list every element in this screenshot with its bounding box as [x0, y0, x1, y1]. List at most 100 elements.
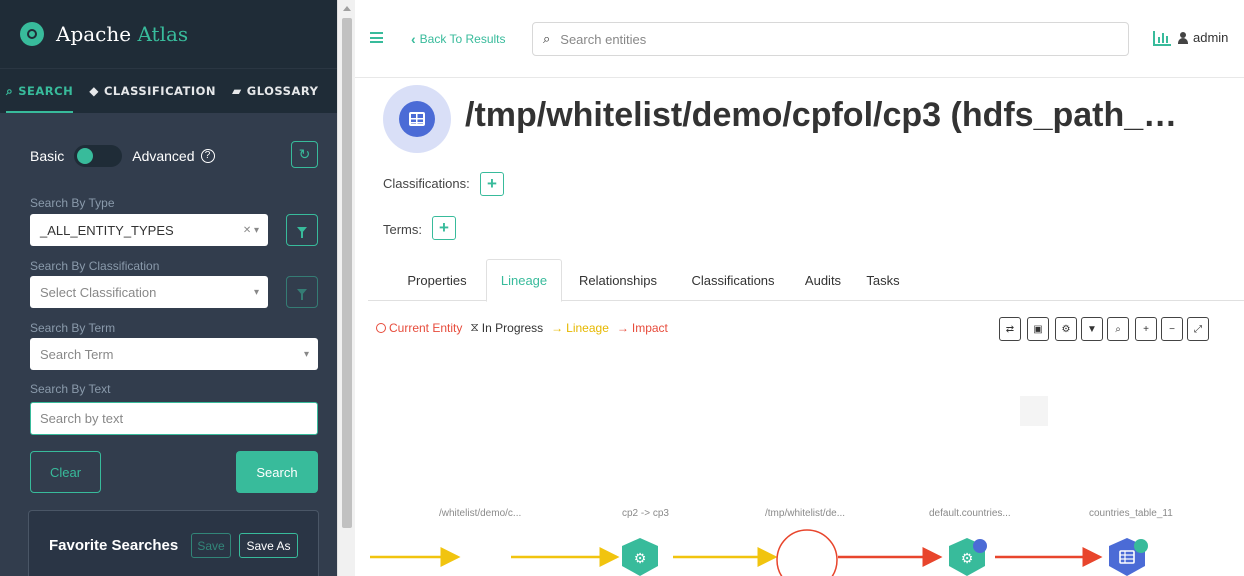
current-entity-node[interactable] — [776, 529, 838, 576]
legend-lineage-label: Lineage — [566, 320, 609, 335]
clear-dropdown-icon[interactable]: ✕ ▾ — [243, 225, 259, 236]
folder-icon: ▰ — [232, 84, 242, 98]
lineage-graph: ⚙ ⚙ — [370, 529, 1148, 576]
tab-glossary[interactable]: ▰ GLOSSARY — [232, 84, 318, 98]
legend-lineage: → Lineage — [551, 321, 609, 335]
search-graph-button[interactable]: ⌕ — [1107, 317, 1129, 341]
export-image-button[interactable]: ▣ — [1027, 317, 1049, 341]
legend-current-entity: Current Entity — [376, 321, 462, 335]
tab-audits[interactable]: Audits — [796, 259, 850, 301]
svg-text:⚙: ⚙ — [961, 551, 974, 567]
tab-search[interactable]: ⌕ SEARCH — [6, 83, 74, 113]
zoom-out-icon: − — [1169, 323, 1175, 335]
help-icon[interactable]: ? — [200, 149, 215, 163]
search-mode-toggle[interactable] — [74, 145, 123, 167]
expand-icon: ⤢ — [1194, 323, 1202, 335]
lineage-legend: Current Entity ⧖ In Progress → Lineage → Im… — [376, 320, 668, 335]
fullscreen-button[interactable]: ⤢ — [1187, 317, 1209, 341]
user-icon — [1178, 31, 1188, 44]
classification-select[interactable]: Select Classification ▾ — [30, 276, 268, 308]
global-search-input[interactable]: ⌕ Search entities — [532, 22, 1129, 56]
zoom-in-button[interactable]: + — [1135, 317, 1157, 341]
global-search-placeholder: Search entities — [560, 31, 647, 47]
type-filter-button[interactable] — [286, 214, 318, 246]
node-label-current: /tmp/whitelist/de... — [765, 508, 846, 519]
arrow-right-icon: → — [616, 320, 629, 335]
brand-prefix: Apache — [56, 22, 138, 46]
gear-icon: ⚙ — [1061, 323, 1071, 335]
save-favorite-button[interactable]: Save — [191, 533, 231, 558]
back-label: Back To Results — [419, 32, 506, 46]
classifications-label: Classifications: — [383, 176, 470, 191]
node-label-process: cp2 -> cp3 — [622, 508, 669, 519]
favorite-searches-panel: Favorite Searches Save Save As — [28, 510, 319, 576]
zoom-in-icon: + — [1143, 323, 1149, 335]
brand-title[interactable]: Apache Atlas — [56, 22, 188, 46]
tab-classification[interactable]: ◆ CLASSIFICATION — [89, 84, 216, 98]
tab-classifications[interactable]: Classifications — [678, 259, 788, 301]
entity-type-icon — [383, 85, 451, 153]
sidebar-scrollbar[interactable] — [337, 0, 355, 576]
toggle-knob — [77, 148, 94, 164]
filter-button[interactable]: ▼ — [1081, 317, 1103, 341]
badge-icon — [973, 539, 987, 553]
statistics-icon[interactable] — [1153, 31, 1171, 46]
save-as-favorite-button[interactable]: Save As — [239, 533, 298, 558]
menu-icon[interactable] — [370, 32, 383, 43]
refresh-icon: ⇄ — [1005, 323, 1015, 335]
classification-filter-button[interactable] — [286, 276, 318, 308]
add-classification-button[interactable]: + — [480, 172, 504, 196]
search-by-text-label: Search By Text — [30, 382, 111, 396]
clear-button[interactable]: Clear — [30, 451, 101, 493]
table-icon — [409, 112, 425, 126]
legend-current-label: Current Entity — [389, 320, 463, 335]
back-to-results-link[interactable]: ‹ Back To Results — [411, 31, 506, 47]
user-name: admin — [1193, 30, 1229, 45]
scrollbar-thumb[interactable] — [342, 18, 352, 528]
term-select[interactable]: Search Term ▾ — [30, 338, 318, 370]
entity-type-value: _ALL_ENTITY_TYPES — [40, 222, 174, 238]
refresh-icon: ↻ — [298, 146, 311, 162]
plus-icon: + — [487, 174, 497, 193]
filter-icon: ▼ — [1087, 323, 1097, 335]
legend-progress-label: In Progress — [481, 320, 544, 335]
reset-layout-button[interactable]: ⇄ — [999, 317, 1021, 341]
search-icon: ⌕ — [1115, 323, 1121, 335]
main-panel: ‹ Back To Results ⌕ Search entities admi… — [355, 0, 1244, 576]
filter-icon — [297, 289, 307, 300]
atlas-logo-icon — [20, 22, 44, 46]
user-menu[interactable]: admin — [1178, 30, 1228, 45]
legend-in-progress: ⧖ In Progress — [470, 320, 543, 335]
tab-tasks[interactable]: Tasks — [858, 259, 908, 301]
settings-button[interactable]: ⚙ — [1055, 317, 1077, 341]
entity-title: /tmp/whitelist/demo/cpfol/cp3 (hdfs_path… — [465, 96, 1178, 134]
text-search-field[interactable] — [30, 402, 318, 435]
hourglass-icon: ⧖ — [470, 320, 479, 334]
tab-lineage[interactable]: Lineage — [486, 259, 562, 302]
chevron-down-icon: ▾ — [303, 348, 309, 360]
text-search-input[interactable] — [31, 403, 317, 434]
search-button[interactable]: Search — [236, 451, 318, 493]
sidebar-header: Apache Atlas — [0, 0, 337, 68]
refresh-button[interactable]: ↻ — [291, 141, 318, 168]
badge-icon — [1134, 539, 1148, 553]
arrow-right-icon: → — [551, 320, 564, 335]
entity-type-select[interactable]: _ALL_ENTITY_TYPES ✕ ▾ — [30, 214, 268, 246]
zoom-out-button[interactable]: − — [1161, 317, 1183, 341]
tab-properties[interactable]: Properties — [394, 259, 480, 301]
basic-label: Basic — [30, 148, 65, 164]
terms-label: Terms: — [383, 222, 422, 237]
tab-relationships[interactable]: Relationships — [568, 259, 668, 301]
legend-impact: → Impact — [617, 321, 668, 335]
scroll-up-icon[interactable] — [343, 6, 351, 11]
tab-classification-label: CLASSIFICATION — [103, 84, 217, 98]
search-by-classification-label: Search By Classification — [30, 259, 160, 273]
add-term-button[interactable]: + — [432, 216, 456, 240]
sidebar: Apache Atlas ⌕ SEARCH ◆ CLASSIFICATION ▰… — [0, 0, 337, 576]
legend-impact-label: Impact — [631, 320, 668, 335]
graph-placeholder — [1020, 396, 1048, 426]
favorite-searches-title: Favorite Searches — [49, 537, 179, 554]
advanced-label: Advanced — [132, 148, 195, 164]
sidebar-tabs: ⌕ SEARCH ◆ CLASSIFICATION ▰ GLOSSARY — [0, 68, 337, 113]
search-icon: ⌕ — [6, 83, 14, 98]
